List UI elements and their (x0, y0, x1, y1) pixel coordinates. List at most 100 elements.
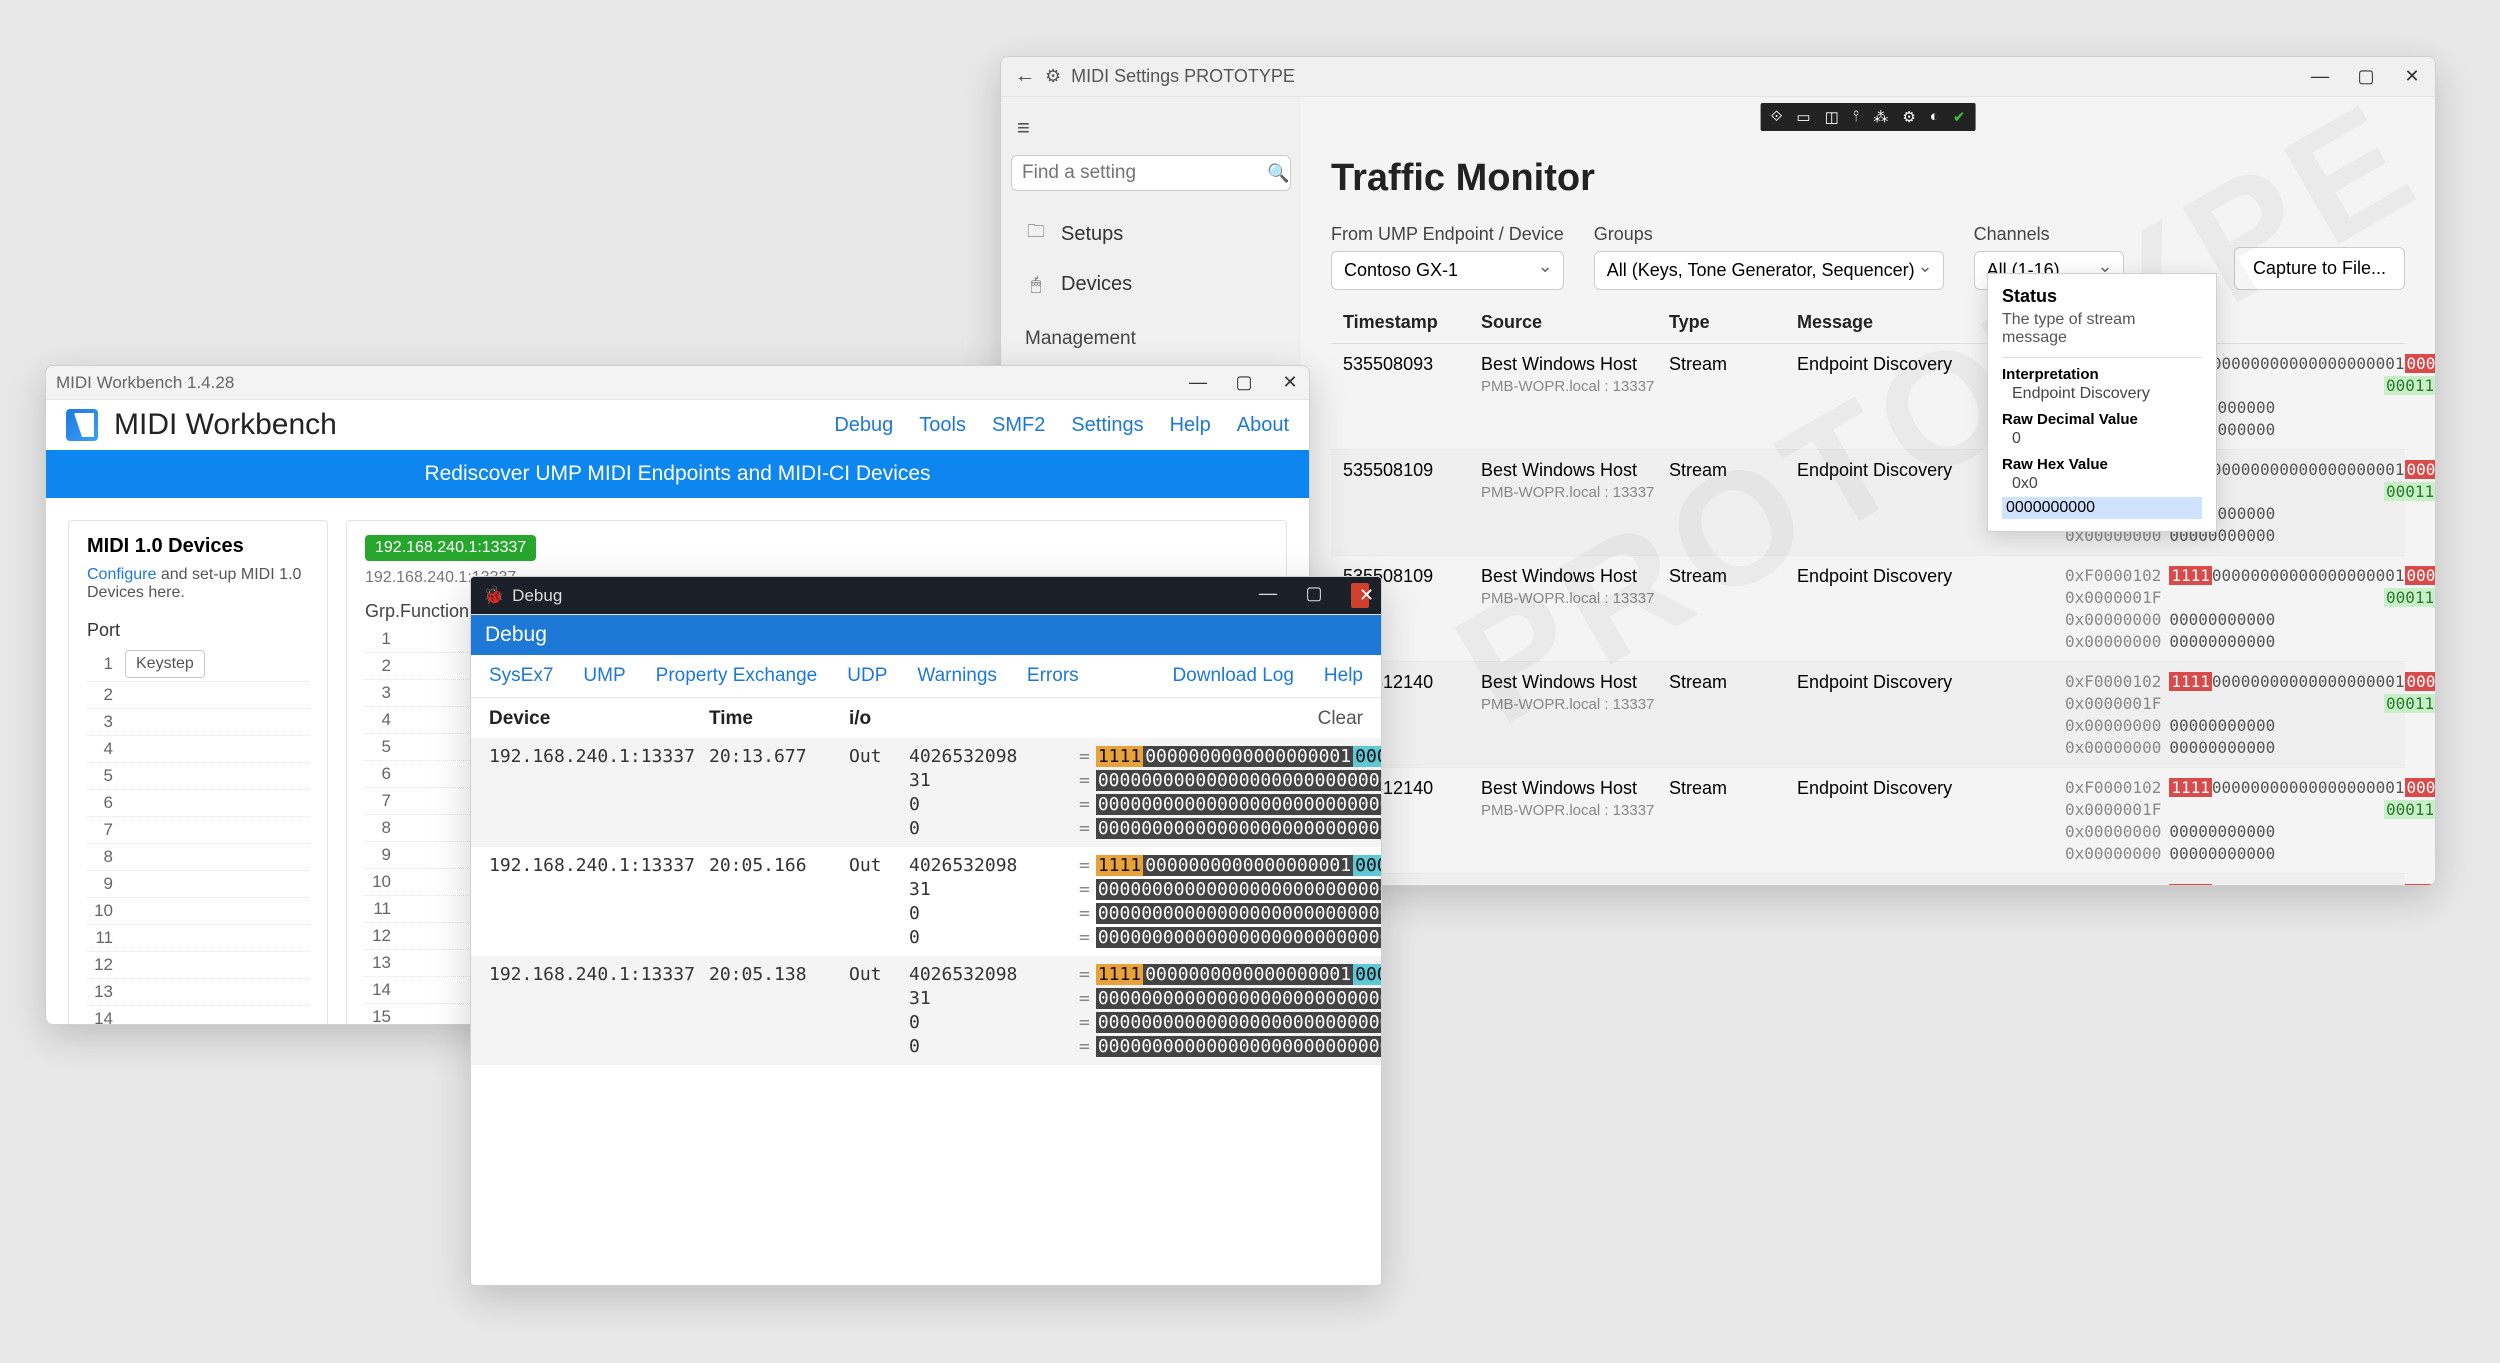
keystep-device-chip[interactable]: Keystep (125, 650, 205, 678)
port-row[interactable]: 8 (87, 844, 309, 871)
cell-type: Stream (1669, 672, 1789, 693)
port-number: 2 (365, 656, 391, 676)
menu-tools[interactable]: Tools (919, 414, 966, 437)
ip-tag[interactable]: 192.168.240.1:13337 (365, 535, 536, 561)
search-input-wrap[interactable]: 🔍 (1011, 155, 1291, 191)
traffic-row[interactable]: 535508109Best Windows HostPMB-WOPR.local… (1331, 556, 2405, 662)
hamburger-icon[interactable]: ≡ (1017, 115, 1285, 141)
sidebar-devices[interactable]: 🖱 Devices (1011, 263, 1291, 306)
port-number: 14 (87, 1009, 113, 1025)
port-number: 14 (365, 980, 391, 1000)
close-icon[interactable]: ✕ (1281, 372, 1299, 393)
minimize-icon[interactable]: — (2311, 66, 2329, 87)
port-row[interactable]: 14 (87, 1006, 309, 1025)
configure-link[interactable]: Configure (87, 566, 156, 583)
port-row[interactable]: 9 (87, 871, 309, 898)
bug-icon: 🐞 (483, 586, 504, 606)
cell-type: Stream (1669, 566, 1789, 587)
debug-titlebar[interactable]: 🐞 Debug — ▢ ✕ (471, 577, 1381, 615)
download-log-link[interactable]: Download Log (1172, 665, 1293, 687)
gizmo-icon: ⚙ (1902, 108, 1915, 126)
port-row[interactable]: 4 (87, 736, 309, 763)
tab-property-exchange[interactable]: Property Exchange (656, 665, 818, 687)
cell-bits: =1111000000000000000000100000010=0000000… (1079, 964, 1382, 1057)
menu-debug[interactable]: Debug (834, 414, 893, 437)
menu-about[interactable]: About (1237, 414, 1289, 437)
port-row[interactable]: 2 (87, 682, 309, 709)
port-number: 5 (87, 766, 113, 786)
cell-bits: =1111000000000000000000100000010=0000000… (1079, 746, 1382, 839)
gizmo-check-icon: ✔ (1953, 108, 1966, 126)
status-selected-bits[interactable]: 0000000000 (2002, 497, 2202, 519)
traffic-row[interactable]: 535508109Best Windows HostPMB-WOPR.local… (1331, 450, 2405, 556)
port-number: 15 (365, 1007, 391, 1025)
debug-table-header: Device Time i/o Clear (471, 698, 1381, 738)
debug-gizmo-bar[interactable]: ⟐ ▭ ◫ ⫯ ⁂ ⚙ ◐ ✔ (1761, 103, 1976, 131)
th-type: Type (1669, 312, 1789, 333)
port-row[interactable]: 5 (87, 763, 309, 790)
status-dec-label: Raw Decimal Value (2002, 411, 2202, 428)
search-icon: 🔍 (1267, 163, 1289, 184)
debug-row[interactable]: 192.168.240.1:1333720:05.166Out402653209… (471, 847, 1381, 956)
port-row[interactable]: 7 (87, 817, 309, 844)
midi10-devices-panel: MIDI 1.0 Devices Configure and set-up MI… (68, 520, 328, 1025)
cell-message: Endpoint Discovery (1797, 566, 2057, 587)
port-number: 12 (365, 926, 391, 946)
filter-device-dropdown[interactable]: Contoso GX-1 (1331, 251, 1564, 290)
traffic-row[interactable]: 535512140Best Windows HostPMB-WOPR.local… (1331, 874, 2405, 885)
page-title: Traffic Monitor (1331, 157, 2405, 200)
settings-titlebar[interactable]: ← ⚙ MIDI Settings PROTOTYPE — ▢ ✕ (1001, 57, 2435, 97)
traffic-row[interactable]: 535512140Best Windows HostPMB-WOPR.local… (1331, 768, 2405, 874)
port-number: 8 (87, 847, 113, 867)
close-icon[interactable]: ✕ (2403, 66, 2421, 87)
tab-warnings[interactable]: Warnings (917, 665, 997, 687)
back-arrow-icon[interactable]: ← (1015, 65, 1035, 88)
menu-smf2[interactable]: SMF2 (992, 414, 1045, 437)
cell-time: 20:13.677 (709, 746, 849, 767)
debug-row[interactable]: 192.168.240.1:1333720:13.677Out402653209… (471, 738, 1381, 847)
traffic-row[interactable]: 535512140Best Windows HostPMB-WOPR.local… (1331, 662, 2405, 768)
debug-row[interactable]: 192.168.240.1:1333720:05.138Out402653209… (471, 956, 1381, 1065)
clear-button[interactable]: Clear (1293, 708, 1363, 730)
close-icon[interactable]: ✕ (1351, 583, 1369, 608)
port-row[interactable]: 1Keystep (87, 647, 309, 682)
port-row[interactable]: 3 (87, 709, 309, 736)
capture-button[interactable]: Capture to File... (2234, 247, 2405, 290)
tab-help[interactable]: Help (1324, 665, 1363, 687)
port-number: 9 (365, 845, 391, 865)
rediscover-button[interactable]: Rediscover UMP MIDI Endpoints and MIDI-C… (46, 450, 1309, 498)
tab-udp[interactable]: UDP (847, 665, 887, 687)
traffic-row[interactable]: 535508093Best Windows HostPMB-WOPR.local… (1331, 344, 2405, 450)
minimize-icon[interactable]: — (1259, 583, 1277, 608)
search-input[interactable] (1022, 162, 1267, 184)
port-row[interactable]: 6 (87, 790, 309, 817)
port-number: 6 (87, 793, 113, 813)
cell-message: Endpoint Discovery (1797, 778, 2057, 799)
cell-type: Stream (1669, 460, 1789, 481)
gizmo-icon: ⟐ (1771, 108, 1783, 126)
tab-sysex[interactable]: SysEx7 (489, 665, 553, 687)
status-hex-value: 0x0 (2012, 475, 2202, 493)
cell-hex: 0xF0000102111100000000000000000001000000… (2065, 778, 2435, 863)
maximize-icon[interactable]: ▢ (1235, 372, 1253, 393)
port-row[interactable]: 12 (87, 952, 309, 979)
menu-help[interactable]: Help (1170, 414, 1211, 437)
port-header: Port (87, 620, 309, 641)
cell-message: Endpoint Discovery (1797, 672, 2057, 693)
filter-groups-dropdown[interactable]: All (Keys, Tone Generator, Sequencer) (1594, 251, 1944, 290)
port-number: 12 (87, 955, 113, 975)
sidebar-setups[interactable]: 🗀 Setups (1011, 209, 1291, 259)
tab-errors[interactable]: Errors (1027, 665, 1079, 687)
port-row[interactable]: 10 (87, 898, 309, 925)
port-row[interactable]: 11 (87, 925, 309, 952)
port-number: 1 (365, 629, 391, 649)
port-row[interactable]: 13 (87, 979, 309, 1006)
maximize-icon[interactable]: ▢ (2357, 66, 2375, 87)
maximize-icon[interactable]: ▢ (1305, 583, 1323, 608)
workbench-titlebar[interactable]: MIDI Workbench 1.4.28 — ▢ ✕ (46, 366, 1309, 400)
port-number: 2 (87, 685, 113, 705)
cell-timestamp: 535508093 (1343, 354, 1473, 375)
minimize-icon[interactable]: — (1189, 372, 1207, 393)
tab-ump[interactable]: UMP (583, 665, 625, 687)
menu-settings[interactable]: Settings (1071, 414, 1143, 437)
